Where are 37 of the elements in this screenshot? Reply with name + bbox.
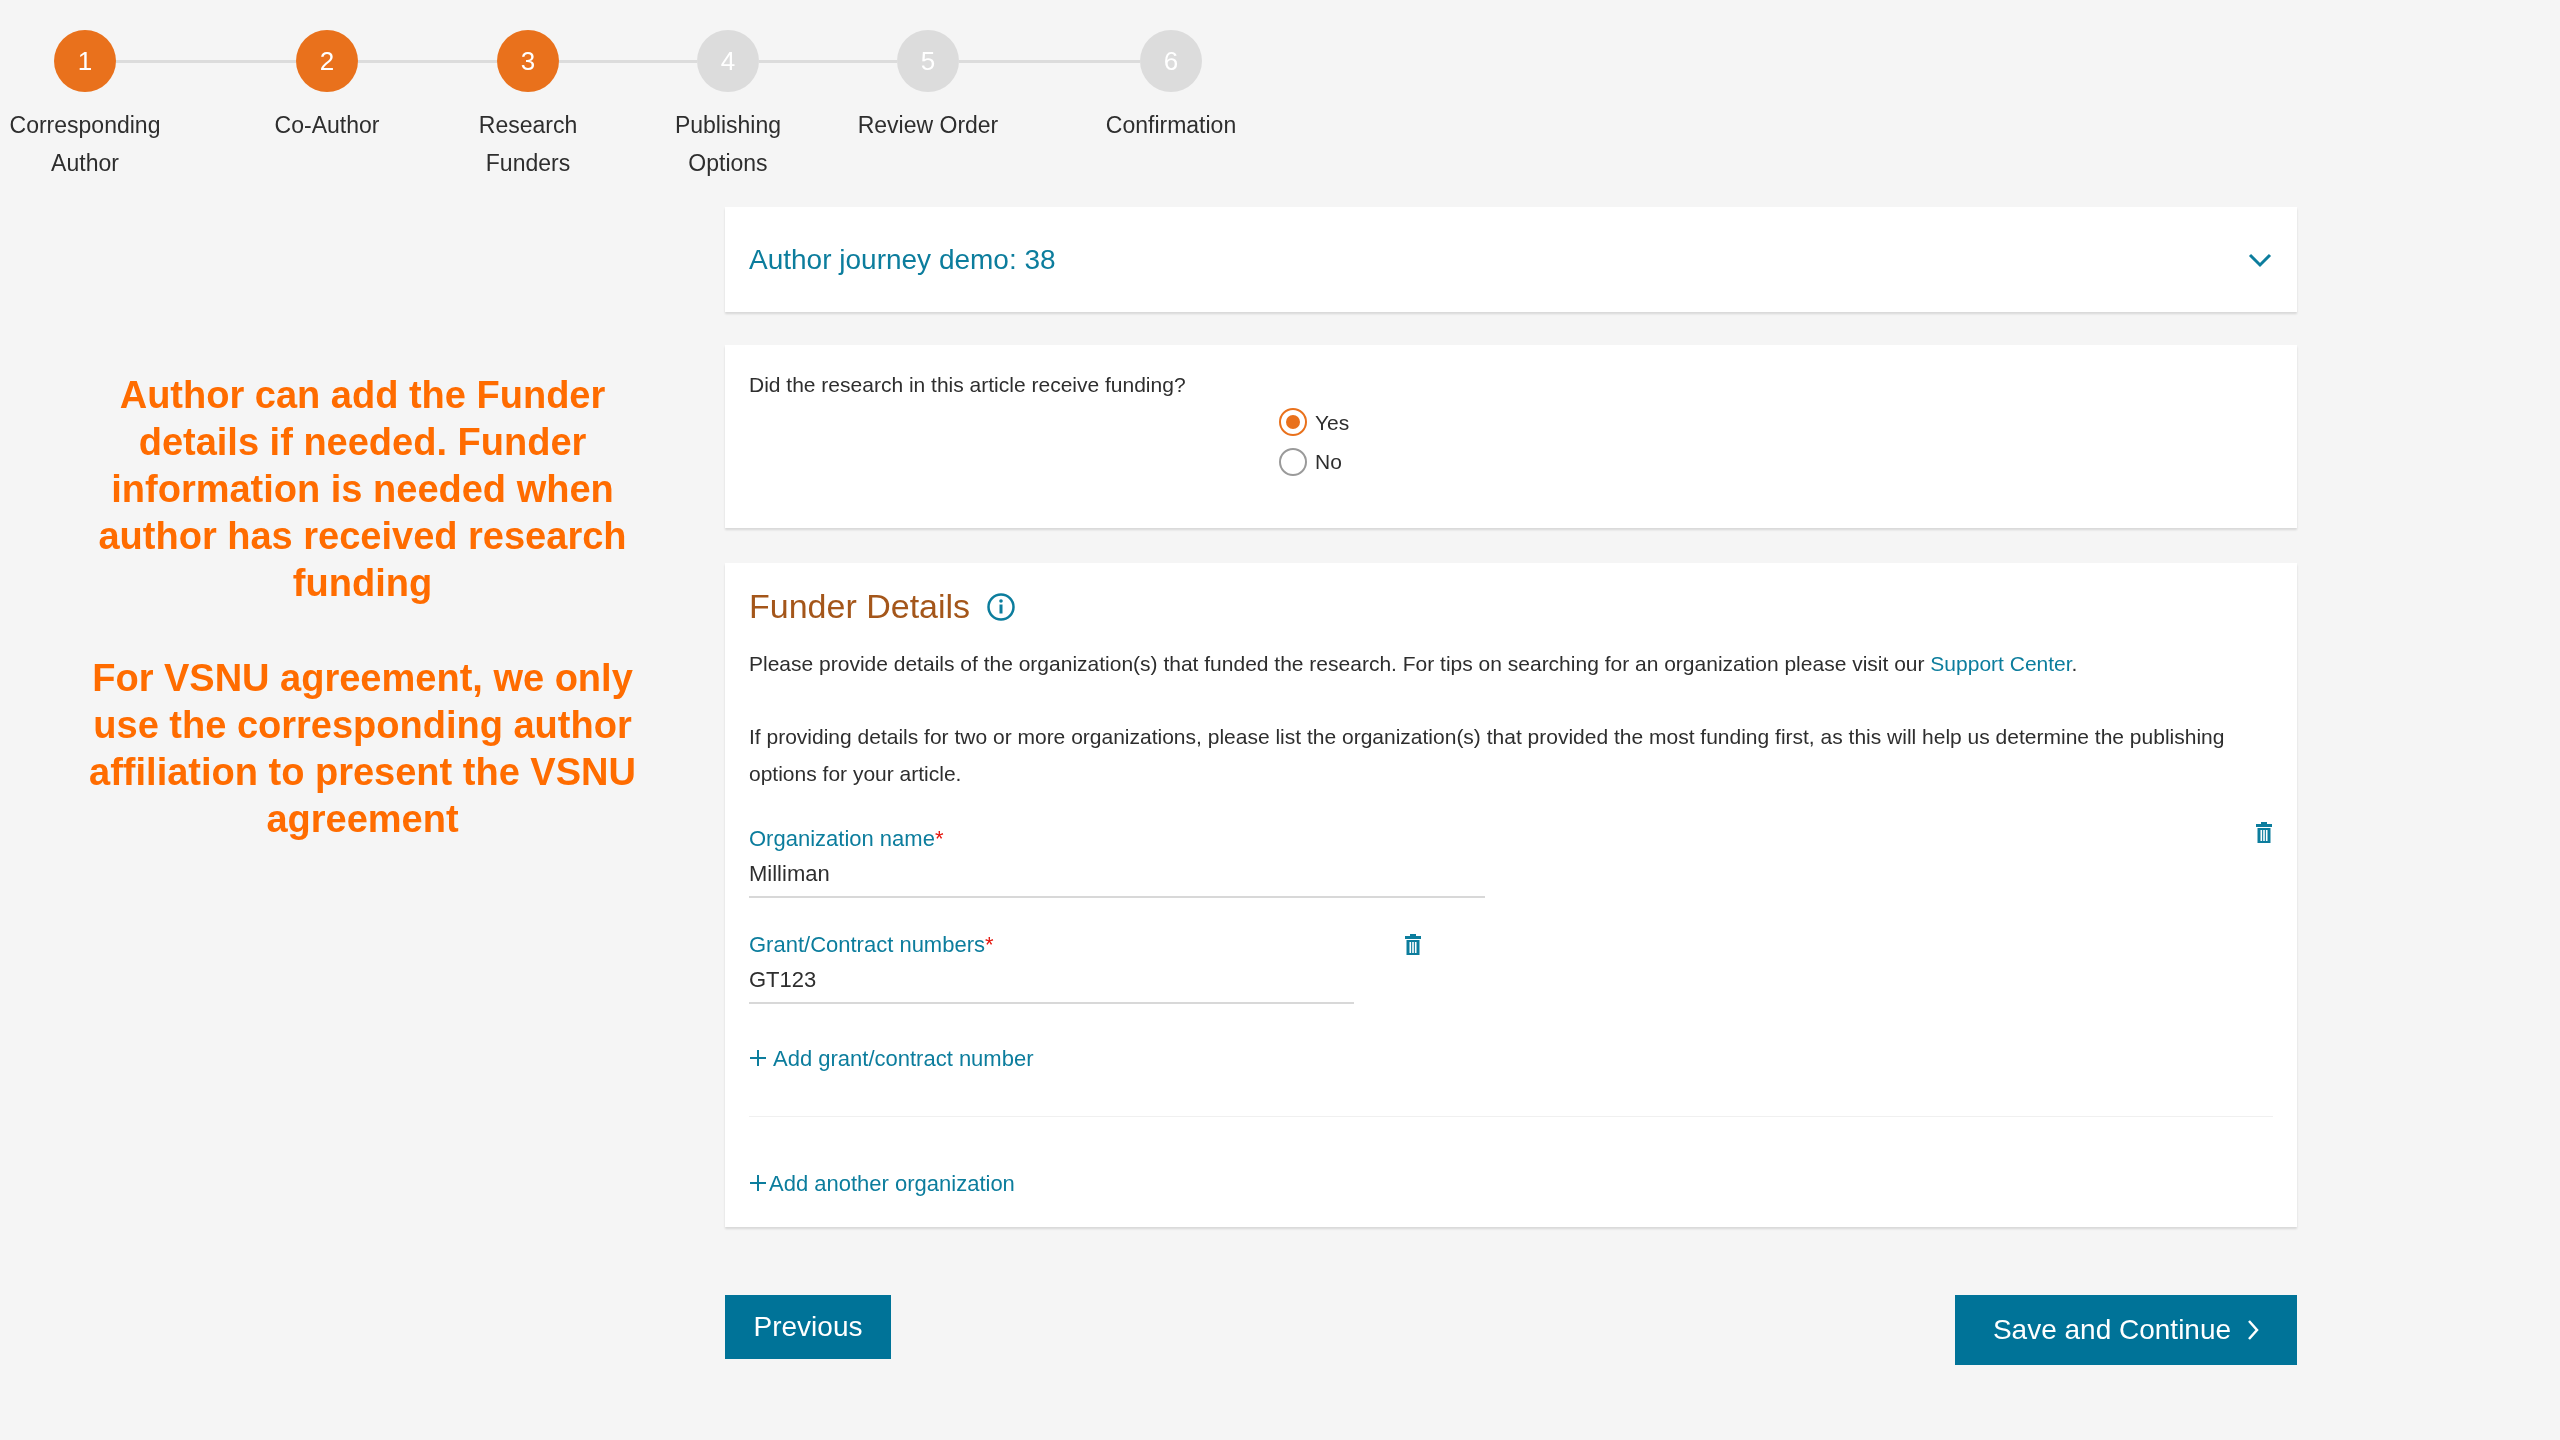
radio-button[interactable] — [1279, 447, 1307, 476]
chevron-down-icon[interactable] — [2247, 251, 2273, 268]
step-label: Corresponding Author — [8, 111, 162, 178]
step-circle[interactable]: 1 — [54, 30, 116, 92]
field-label: Grant/Contract numbers* — [749, 930, 995, 959]
step-label: Review Order — [857, 111, 999, 140]
trash-icon[interactable] — [2255, 821, 2273, 844]
text-field[interactable]: Milliman — [749, 854, 1485, 898]
save-continue-button[interactable]: Save and Continue — [1955, 1294, 2297, 1365]
plus-icon — [749, 1174, 767, 1192]
add-grant-link[interactable]: Add grant/contract number — [749, 1041, 1034, 1075]
previous-button[interactable]: Previous — [725, 1294, 891, 1359]
step-circle[interactable]: 2 — [296, 30, 358, 92]
text-field[interactable]: GT123 — [749, 960, 1354, 1004]
radio-button[interactable] — [1279, 408, 1307, 437]
plus-icon — [749, 1049, 767, 1067]
step-label: Publishing Options — [673, 111, 783, 178]
field-label: Organization name* — [749, 824, 945, 853]
trash-icon[interactable] — [1404, 933, 1422, 956]
annotation-text: Author can add the Funder details if needed. Funder information is needed when author has received research funding — [97, 373, 628, 606]
support-link[interactable]: Support Center — [1930, 652, 2072, 675]
intro-text: Please provide details of the organization(s) that funded the research. For tips on searching for an organization please visit our Support Center. — [749, 651, 2079, 677]
step-label: Confirmation — [1105, 111, 1237, 140]
section-title: Funder Details — [749, 586, 971, 627]
question-text: Did the research in this article receive funding? — [749, 372, 1187, 398]
add-organization-link[interactable]: Add another organization — [749, 1166, 1015, 1200]
journey-title: Author journey demo: 38 — [749, 242, 1056, 277]
radio-label: Yes — [1315, 409, 1350, 436]
annotation-text: For VSNU agreement, we only use the corresponding author affiliation to present the VSNU agreement — [88, 656, 637, 842]
radio-label: No — [1315, 449, 1342, 475]
info-icon[interactable] — [986, 591, 1017, 622]
journey-header[interactable]: Author journey demo: 38 — [725, 207, 2297, 312]
step-label: Research Funders — [477, 111, 579, 178]
note-text: If providing details for two or more organizations, please list the organization(s) that provided the most funding first, as this will help us determine the publishing options for your article. — [749, 723, 2226, 787]
step-label: Co-Author — [274, 111, 380, 140]
step-circle[interactable]: 3 — [497, 30, 559, 92]
chevron-right-icon — [2247, 1318, 2260, 1341]
